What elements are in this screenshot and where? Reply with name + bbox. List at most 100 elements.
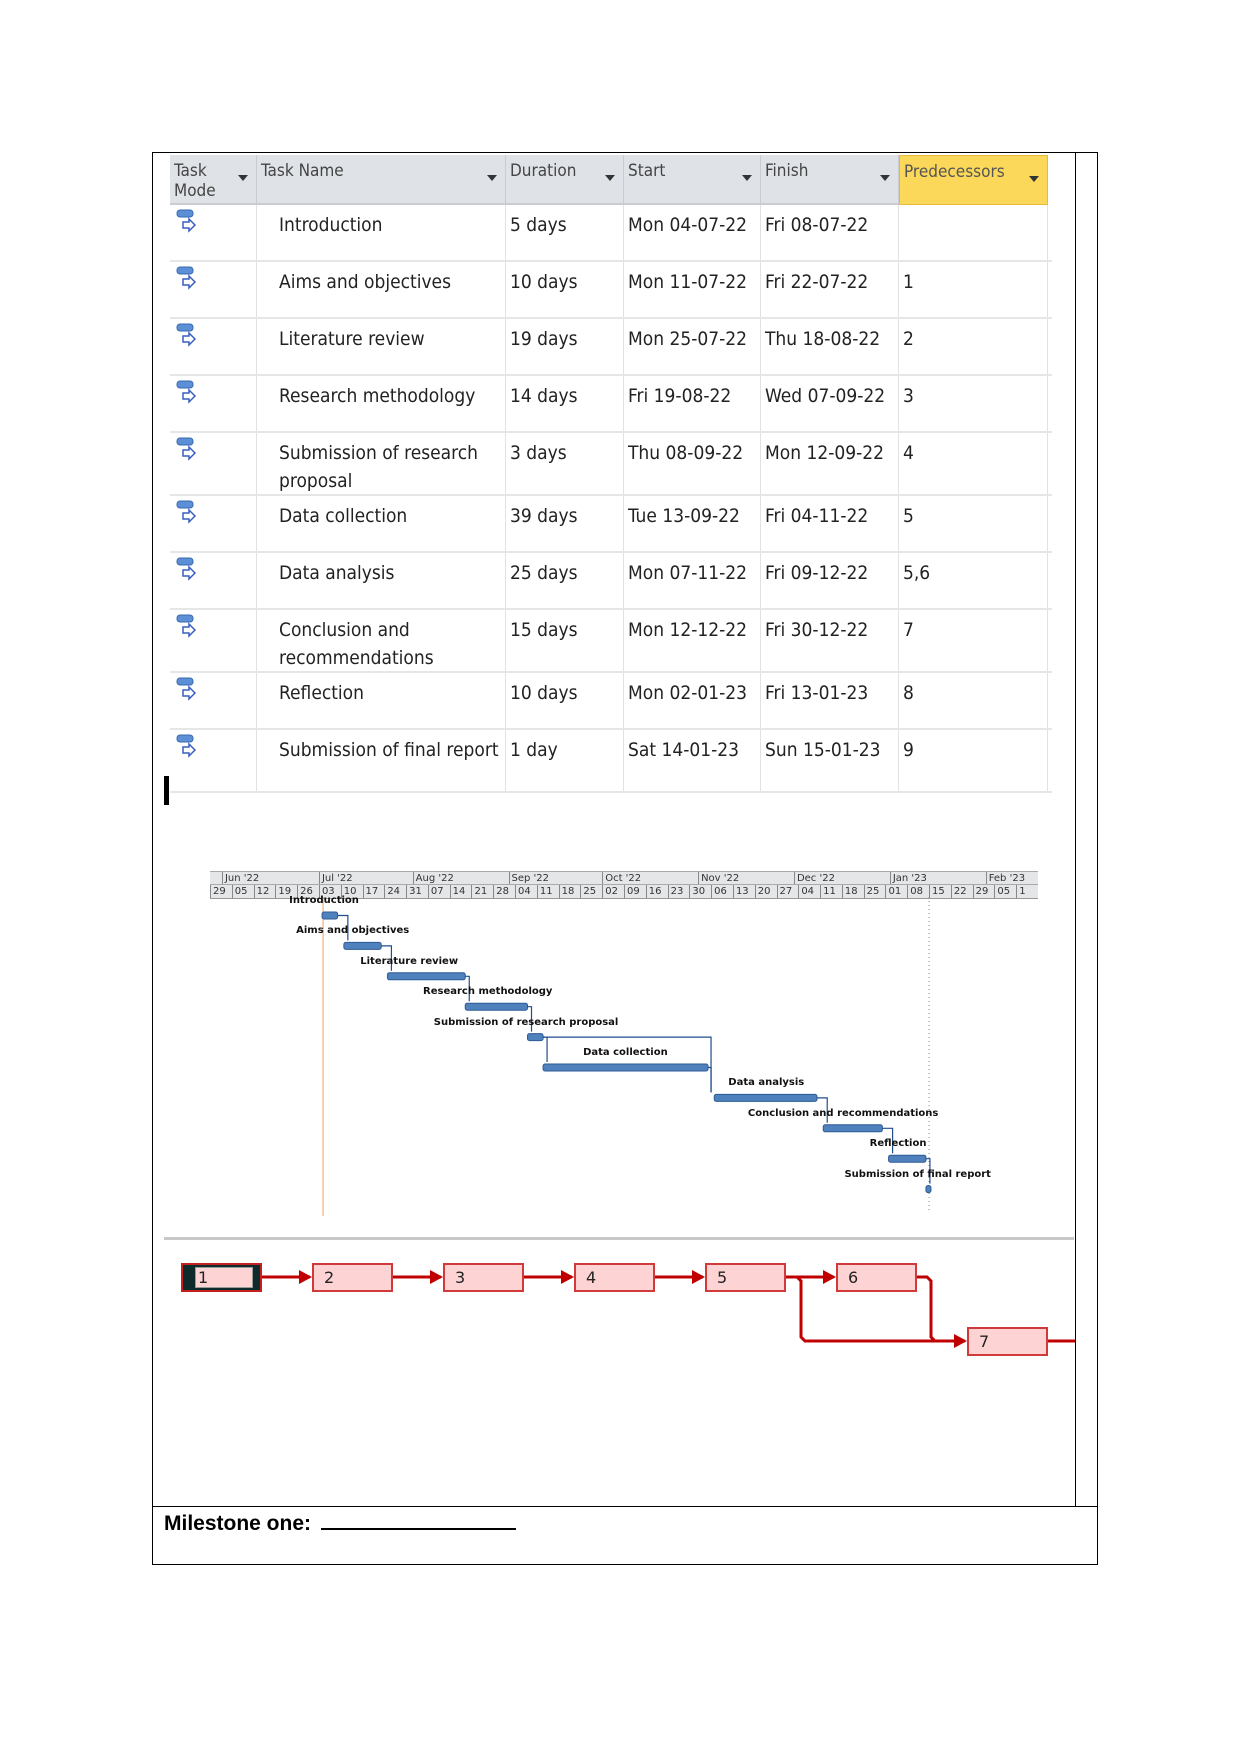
cell-task-mode[interactable] [170,496,257,551]
gantt-bar[interactable] [713,1093,818,1102]
cell-task-mode[interactable] [170,376,257,431]
network-node-id[interactable]: 1 [195,1267,253,1288]
cell-finish[interactable]: Fri 09-12-22 [761,553,899,608]
table-row[interactable]: Conclusion and recommendations 15 days Mon… [170,610,1052,673]
cell-duration[interactable]: 10 days [506,673,624,728]
cell-pred[interactable]: 7 [899,610,1048,671]
column-header-duration[interactable]: Duration [506,155,624,205]
gantt-bar[interactable] [321,911,339,920]
table-row[interactable]: Reflection 10 days Mon 02-01-23 Fri 13-01-2… [170,673,1052,730]
cell-pred[interactable]: 5 [899,496,1048,551]
gantt-bar[interactable] [527,1033,544,1042]
cell-name[interactable]: Introduction [257,205,506,260]
cell-task-mode[interactable] [170,433,257,494]
table-row[interactable]: Submission of final report 1 day Sat 14-01… [170,730,1052,793]
cell-task-mode[interactable] [170,730,257,791]
cell-task-mode[interactable] [170,262,257,317]
cell-pred[interactable]: 5,6 [899,553,1048,608]
table-row[interactable]: Data analysis 25 days Mon 07-11-22 Fri 09-1… [170,553,1052,610]
cell-start[interactable]: Mon 02-01-23 [624,673,761,728]
cell-pred[interactable]: 3 [899,376,1048,431]
table-row[interactable]: Research methodology 14 days Fri 19-08-22 W… [170,376,1052,433]
cell-task-mode[interactable] [170,553,257,608]
cell-start[interactable]: Mon 04-07-22 [624,205,761,260]
cell-task-mode[interactable] [170,205,257,260]
cell-finish[interactable]: Fri 30-12-22 [761,610,899,671]
cell-name[interactable]: Data analysis [257,553,506,608]
cell-duration[interactable]: 5 days [506,205,624,260]
gantt-bar[interactable] [925,1185,932,1194]
cell-duration[interactable]: 25 days [506,553,624,608]
network-node[interactable]: 4 [574,1263,655,1292]
dropdown-arrow-icon[interactable] [880,175,890,181]
gantt-bar[interactable] [386,972,466,981]
cell-start[interactable]: Fri 19-08-22 [624,376,761,431]
cell-duration[interactable]: 1 day [506,730,624,791]
gantt-bar[interactable] [888,1154,927,1163]
cell-start[interactable]: Sat 14-01-23 [624,730,761,791]
column-header-task-mode[interactable]: Task Mode [170,155,257,205]
view-splitter[interactable] [164,1237,1074,1240]
column-header-start[interactable]: Start [624,155,761,205]
column-header-predecessors[interactable]: Predecessors [899,155,1048,205]
cell-finish[interactable]: Fri 22-07-22 [761,262,899,317]
table-row[interactable]: Submission of research proposal 3 days Thu… [170,433,1052,496]
cell-finish[interactable]: Mon 12-09-22 [761,433,899,494]
cell-pred[interactable]: 8 [899,673,1048,728]
network-node[interactable]: 5 [705,1263,786,1292]
cell-pred[interactable]: 2 [899,319,1048,374]
cell-finish[interactable]: Fri 08-07-22 [761,205,899,260]
cell-name[interactable]: Aims and objectives [257,262,506,317]
column-header-finish[interactable]: Finish [761,155,899,205]
cell-name[interactable]: Research methodology [257,376,506,431]
table-row[interactable]: Introduction 5 days Mon 04-07-22 Fri 08-07-… [170,205,1052,262]
cell-name[interactable]: Data collection [257,496,506,551]
cell-duration[interactable]: 10 days [506,262,624,317]
cell-name[interactable]: Submission of research proposal [257,433,506,494]
milestone-blank[interactable] [321,1510,517,1530]
cell-finish[interactable]: Fri 04-11-22 [761,496,899,551]
gantt-bar[interactable] [822,1124,883,1133]
cell-name[interactable]: Reflection [257,673,506,728]
network-node[interactable]: 1 [181,1263,262,1292]
cell-duration[interactable]: 3 days [506,433,624,494]
network-node[interactable]: 2 [312,1263,393,1292]
cell-start[interactable]: Mon 07-11-22 [624,553,761,608]
cell-pred[interactable] [899,205,1048,260]
table-row[interactable]: Data collection 39 days Tue 13-09-22 Fri 04… [170,496,1052,553]
cell-finish[interactable]: Wed 07-09-22 [761,376,899,431]
gantt-bar[interactable] [343,941,382,950]
column-header-task-name[interactable]: Task Name [257,155,506,205]
cell-finish[interactable]: Fri 13-01-23 [761,673,899,728]
gantt-bar[interactable] [542,1063,709,1072]
cell-pred[interactable]: 9 [899,730,1048,791]
dropdown-arrow-icon[interactable] [605,175,615,181]
cell-start[interactable]: Thu 08-09-22 [624,433,761,494]
cell-finish[interactable]: Sun 15-01-23 [761,730,899,791]
dropdown-arrow-icon[interactable] [238,175,248,181]
network-node[interactable]: 6 [836,1263,917,1292]
cell-task-mode[interactable] [170,610,257,671]
dropdown-arrow-icon[interactable] [487,175,497,181]
table-row[interactable]: Aims and objectives 10 days Mon 11-07-22 Fr… [170,262,1052,319]
table-row[interactable]: Literature review 19 days Mon 25-07-22 Thu … [170,319,1052,376]
cell-name[interactable]: Conclusion and recommendations [257,610,506,671]
cell-duration[interactable]: 15 days [506,610,624,671]
cell-start[interactable]: Tue 13-09-22 [624,496,761,551]
cell-start[interactable]: Mon 12-12-22 [624,610,761,671]
cell-pred[interactable]: 4 [899,433,1048,494]
cell-duration[interactable]: 19 days [506,319,624,374]
cell-finish[interactable]: Thu 18-08-22 [761,319,899,374]
network-node[interactable]: 3 [443,1263,524,1292]
dropdown-arrow-icon[interactable] [1029,176,1039,182]
cell-duration[interactable]: 14 days [506,376,624,431]
cell-task-mode[interactable] [170,673,257,728]
cell-name[interactable]: Submission of final report [257,730,506,791]
cell-task-mode[interactable] [170,319,257,374]
cell-duration[interactable]: 39 days [506,496,624,551]
gantt-bar[interactable] [464,1002,529,1011]
dropdown-arrow-icon[interactable] [742,175,752,181]
cell-start[interactable]: Mon 11-07-22 [624,262,761,317]
cell-pred[interactable]: 1 [899,262,1048,317]
cell-name[interactable]: Literature review [257,319,506,374]
